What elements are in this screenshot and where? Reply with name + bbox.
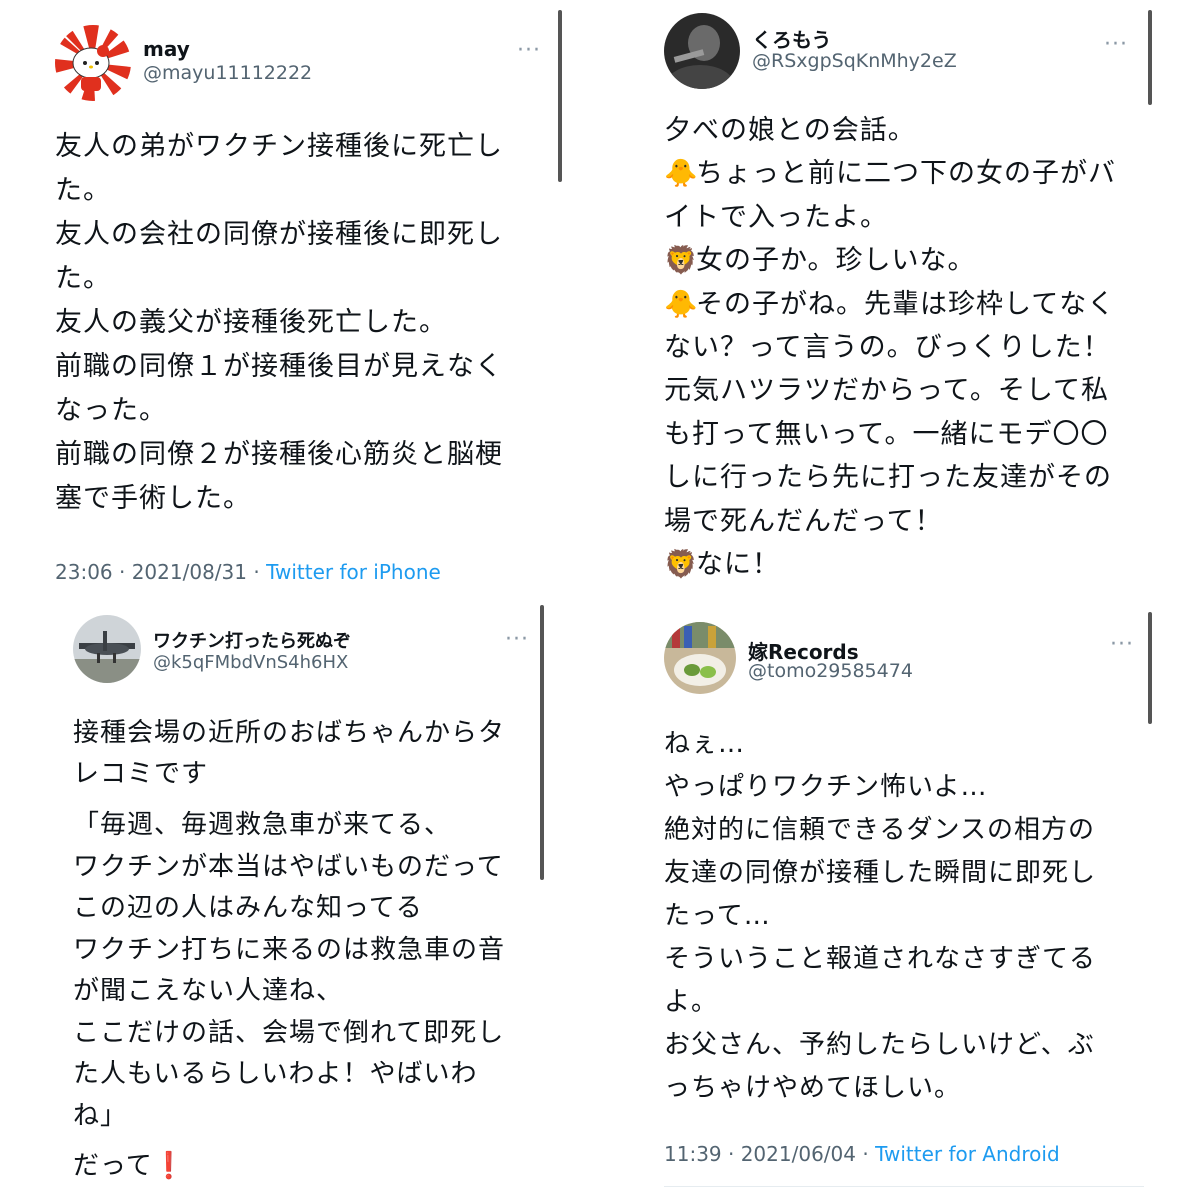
user-handle[interactable]: @k5qFMbdVnS4h6HX [153, 652, 348, 673]
tweet-line: ここだけの話、会場で倒れて即死し [73, 1017, 505, 1048]
tweet-wakuchin[interactable]: ワクチン打ったら死ぬぞ @k5qFMbdVnS4h6HX ··· 接種会場の近所… [73, 615, 543, 1190]
tweet-line: 🦁女の子か。珍しいな。 [664, 239, 1116, 282]
tweet-line: だって❗ [73, 1151, 187, 1181]
tweet-line: この辺の人はみんな知ってる [73, 893, 423, 923]
tweet-text: 接種会場の近所のおばちゃんからタ レコミです [73, 713, 505, 795]
source-link[interactable]: Twitter for Android [875, 1142, 1060, 1166]
tweet-line: よ。 [664, 987, 719, 1017]
tweet-line: 絶対的に信頼できるダンスの相方の [664, 815, 1095, 845]
scrollbar[interactable] [540, 605, 544, 880]
dark-portrait-icon [664, 13, 740, 89]
tweet-line: ない？って言うの。びっくりした！ [664, 332, 1111, 364]
display-name[interactable]: ワクチン打ったら死ぬぞ [153, 627, 351, 653]
hello-kitty-rising-sun-icon [55, 25, 131, 101]
exclamation-emoji-icon: ❗ [152, 1151, 187, 1181]
tweet-line: 前職の同僚２が接種後心筋炎と脳梗 [55, 439, 503, 470]
tweet-line: 友人の義父が接種後死亡した。 [55, 307, 447, 338]
timestamp[interactable]: 23:06 · 2021/08/31 · [55, 560, 266, 584]
tweet-header: 嫁Records @tomo29585474 ··· [664, 622, 1144, 702]
tweet-line: そういうこと報道されなさすぎてる [664, 944, 1097, 974]
tweet-kuromou[interactable]: くろもう @RSxgpSqKnMhy2eZ ··· 夕べの娘との会話。 🐥ちょっ… [664, 10, 1144, 590]
tweet-line: ね」 [73, 1100, 128, 1131]
tweet-line: も打って無いって。一緒にモデ〇〇 [664, 418, 1109, 450]
food-photo-icon [664, 622, 736, 694]
scrollbar[interactable] [1148, 10, 1152, 105]
more-options-icon[interactable]: ··· [1104, 34, 1128, 56]
tweet-line: 友人の会社の同僚が接種後に即死し [55, 219, 503, 250]
tweet-text: 夕べの娘との会話。 🐥ちょっと前に二つ下の女の子がバ イトで入ったよ。 🦁女の子… [664, 109, 1116, 586]
tweet-line: ワクチン打ちに来るのは救急車の音 [73, 934, 506, 965]
user-handle[interactable]: @mayu11112222 [143, 62, 312, 84]
tweet-header: may @mayu11112222 ··· [55, 20, 565, 101]
tweet-line: なった。 [55, 395, 167, 426]
lion-emoji-icon: 🦁 [664, 245, 699, 277]
tweet-line: 友人の弟がワクチン接種後に死亡し [55, 131, 503, 162]
tweet-text: ねぇ… やっぱりワクチン怖いよ… 絶対的に信頼できるダンスの相方の 友達の同僚が… [664, 723, 1096, 1110]
tweet-text: 友人の弟がワクチン接種後に死亡し た。 友人の会社の同僚が接種後に即死し た。 … [55, 125, 503, 521]
avatar[interactable] [664, 622, 736, 694]
tweet-line: レコミです [73, 759, 209, 789]
scrollbar[interactable] [558, 10, 562, 182]
tweet-line: が聞こえない人達ね、 [73, 976, 344, 1006]
avatar[interactable] [73, 615, 141, 683]
tweet-line: 🐥その子がね。先輩は珍枠してなく [664, 283, 1116, 326]
display-name[interactable]: may [143, 37, 190, 61]
tweet-line: 🦁なに！ [664, 543, 1116, 586]
tweet-line: 場で死んだんだって！ [664, 505, 943, 537]
more-options-icon[interactable]: ··· [1110, 634, 1134, 656]
tweet-line: 塞で手術した。 [55, 483, 251, 514]
avatar[interactable] [664, 13, 740, 89]
tweet-line: イトで入ったよ。 [664, 201, 888, 233]
source-link[interactable]: Twitter for iPhone [266, 560, 441, 584]
display-name[interactable]: くろもう [752, 24, 831, 53]
tweet-line: ねぇ… [664, 729, 746, 759]
tweet-line: 接種会場の近所のおばちゃんからタ [73, 718, 506, 748]
tweet-line: やっぱりワクチン怖いよ… [664, 772, 988, 802]
tweet-line: 🐥ちょっと前に二つ下の女の子がバ [664, 152, 1116, 195]
tweet-line: 「毎週、毎週救急車が来てる、 [73, 810, 452, 840]
tweet-closing: だって❗ [73, 1148, 186, 1184]
tweet-line: っちゃけやめてほしい。 [664, 1073, 962, 1103]
tweet-line: た。 [55, 175, 111, 206]
more-options-icon[interactable]: ··· [517, 40, 541, 62]
tweet-line: たって… [664, 901, 771, 931]
tweet-line: ワクチンが本当はやばいものだって [73, 851, 504, 882]
tweet-line: お父さん、予約したらしいけど、ぶ [664, 1030, 1095, 1060]
tweet-line: た。 [55, 263, 111, 294]
tweet-meta: 11:39 · 2021/06/04 · Twitter for Android [664, 1142, 1060, 1166]
quoted-text: 「毎週、毎週救急車が来てる、 ワクチンが本当はやばいものだって この辺の人はみん… [73, 805, 505, 1137]
tweet-meta: 23:06 · 2021/08/31 · Twitter for iPhone [55, 560, 441, 584]
chick-emoji-icon: 🐥 [664, 158, 699, 190]
airplane-photo-icon [73, 615, 141, 683]
lion-emoji-icon: 🦁 [664, 549, 699, 581]
divider [664, 1186, 1144, 1187]
avatar[interactable] [55, 25, 131, 101]
tweet-line: 友達の同僚が接種した瞬間に即死し [664, 858, 1097, 888]
tweet-header: くろもう @RSxgpSqKnMhy2eZ ··· [664, 10, 1144, 90]
more-options-icon[interactable]: ··· [505, 629, 529, 651]
tweet-line: た人もいるらしいわよ！やばいわ [73, 1059, 478, 1089]
scrollbar[interactable] [1148, 612, 1152, 724]
tweet-line: 夕べの娘との会話。 [664, 115, 916, 146]
tweet-line: 前職の同僚１が接種後目が見えなく [55, 351, 503, 382]
tweet-line: しに行ったら先に打った友達がその [664, 462, 1112, 494]
tweet-yome-records[interactable]: 嫁Records @tomo29585474 ··· ねぇ… やっぱりワクチン怖… [664, 622, 1144, 1180]
tweet-may[interactable]: may @mayu11112222 ··· 友人の弟がワクチン接種後に死亡し た… [55, 20, 565, 595]
timestamp[interactable]: 11:39 · 2021/06/04 · [664, 1142, 875, 1166]
chick-emoji-icon: 🐥 [664, 288, 699, 320]
user-handle[interactable]: @tomo29585474 [748, 660, 913, 682]
tweet-header: ワクチン打ったら死ぬぞ @k5qFMbdVnS4h6HX ··· [73, 615, 543, 695]
tweet-line: 元気ハツラツだからって。そして私 [664, 375, 1110, 407]
user-handle[interactable]: @RSxgpSqKnMhy2eZ [752, 50, 957, 72]
